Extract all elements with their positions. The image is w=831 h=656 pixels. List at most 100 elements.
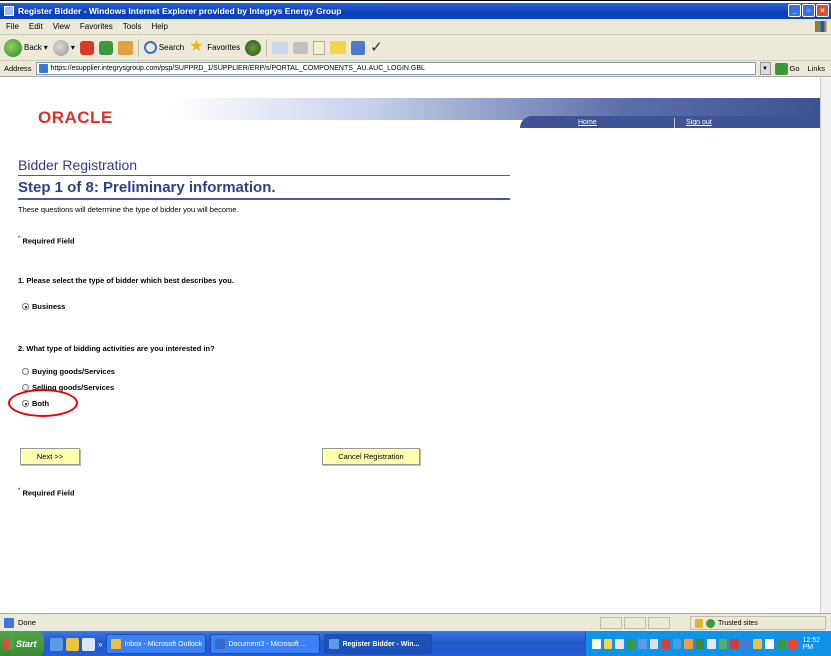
radio-selected-icon[interactable] (22, 303, 29, 310)
status-bar: Done Trusted sites (0, 613, 831, 631)
tray-icon[interactable] (707, 639, 716, 649)
go-arrow-icon (774, 62, 788, 75)
tray-icon[interactable] (788, 639, 797, 649)
word-icon (215, 639, 226, 649)
go-button[interactable]: Go (774, 62, 800, 75)
lock-icon (695, 618, 703, 628)
task-register-bidder[interactable]: Register Bidder - Win... (324, 634, 433, 654)
tray-icon[interactable] (615, 639, 624, 649)
vertical-scrollbar[interactable] (820, 78, 831, 613)
menu-bar: File Edit View Favorites Tools Help (0, 19, 831, 35)
radio-unselected-icon[interactable] (22, 368, 29, 375)
tray-icon[interactable] (741, 639, 751, 649)
address-url: https://esupplier.integrysgroup.com/psp/… (50, 65, 425, 72)
system-tray: 12:52 PM (585, 631, 831, 656)
print-icon[interactable] (293, 41, 309, 54)
task-register-bidder-label: Register Bidder - Win... (342, 640, 420, 648)
links-button[interactable]: Links (808, 64, 826, 73)
security-zone[interactable]: Trusted sites (690, 616, 826, 630)
toolbar: Back ▾ ▾ Search ★ Favorites ✓ (0, 35, 831, 61)
tray-icon[interactable] (672, 639, 682, 649)
page-content: ORACLE Home Sign out Bidder Registration… (0, 78, 820, 613)
favorites-button[interactable]: ★ Favorites (189, 38, 241, 56)
intro-text: These questions will determine the type … (18, 205, 239, 214)
ie-window: Register Bidder - Windows Internet Explo… (0, 0, 831, 656)
address-dropdown-icon[interactable]: ▼ (759, 62, 771, 75)
radio-business[interactable]: Business (22, 302, 65, 311)
tray-icon[interactable] (695, 639, 705, 649)
task-document3-label: Document3 - Microsoft ... (228, 640, 307, 648)
forward-button[interactable]: ▾ (52, 39, 75, 56)
required-note-bottom: * Required Field (18, 488, 75, 498)
search-button[interactable]: Search (143, 41, 185, 54)
mail-icon[interactable] (272, 41, 289, 54)
edit-icon[interactable] (313, 40, 326, 55)
menu-edit[interactable]: Edit (29, 22, 43, 31)
tray-icon[interactable] (661, 639, 670, 649)
menu-favorites[interactable]: Favorites (80, 22, 113, 31)
refresh-icon[interactable] (98, 40, 113, 55)
status-cells (600, 617, 670, 629)
required-note-text: Required Field (22, 236, 75, 246)
clock[interactable]: 12:52 PM (803, 637, 831, 651)
close-icon[interactable]: × (816, 4, 829, 17)
menu-help[interactable]: Help (151, 22, 167, 31)
favorites-label: Favorites (207, 43, 241, 52)
header-nav-band (520, 116, 820, 128)
messenger-icon[interactable] (351, 40, 366, 55)
tray-icon[interactable] (776, 639, 786, 649)
home-icon[interactable] (117, 40, 133, 55)
tray-icon[interactable] (718, 639, 728, 649)
outlook-icon (111, 639, 122, 649)
quicklaunch-more-icon[interactable]: » (98, 640, 102, 649)
back-arrow-icon (4, 38, 22, 57)
forward-arrow-icon (52, 39, 69, 56)
media-icon[interactable] (245, 39, 262, 56)
signout-link[interactable]: Sign out (686, 119, 712, 126)
home-link[interactable]: Home (578, 119, 597, 126)
tray-icon[interactable] (730, 639, 739, 649)
step-heading: Step 1 of 8: Preliminary information. (18, 179, 276, 196)
checkmark-icon[interactable]: ✓ (370, 40, 384, 56)
cancel-registration-button[interactable]: Cancel Registration (322, 448, 420, 465)
tray-icon[interactable] (649, 639, 659, 649)
trusted-sites-icon (706, 618, 715, 628)
minimize-icon[interactable]: _ (788, 4, 801, 17)
back-button[interactable]: Back ▾ (4, 38, 48, 57)
menu-tools[interactable]: Tools (123, 22, 142, 31)
tray-icon[interactable] (592, 639, 601, 649)
chevron-down-icon[interactable]: ▾ (71, 43, 75, 52)
address-input[interactable]: https://esupplier.integrysgroup.com/psp/… (35, 62, 756, 75)
tray-icon[interactable] (684, 639, 693, 649)
outlook-quicklaunch-icon[interactable] (66, 637, 79, 651)
tray-icon[interactable] (764, 639, 774, 649)
task-outlook[interactable]: Inbox - Microsoft Outlook (106, 634, 207, 654)
tray-icon[interactable] (753, 639, 762, 649)
desktop-quicklaunch-icon[interactable] (82, 637, 95, 651)
toolbar-separator (137, 38, 139, 57)
oracle-logo: ORACLE (38, 108, 113, 127)
menu-view[interactable]: View (53, 22, 70, 31)
quick-launch: » (50, 637, 102, 651)
status-cell (600, 617, 622, 629)
tray-icon[interactable] (626, 639, 636, 649)
question-2: 2. What type of bidding activities are y… (18, 344, 215, 353)
taskbar: Start » Inbox - Microsoft Outlook Docume… (0, 631, 831, 656)
required-note: * Required Field (18, 236, 75, 246)
maximize-icon[interactable]: ▫ (802, 4, 815, 17)
page-done-icon (4, 617, 14, 628)
next-button[interactable]: Next >> (20, 448, 80, 465)
task-document3[interactable]: Document3 - Microsoft ... (210, 634, 321, 654)
chevron-down-icon[interactable]: ▾ (44, 43, 48, 52)
tray-icon[interactable] (603, 639, 613, 649)
address-bar: Address https://esupplier.integrysgroup.… (0, 61, 831, 77)
status-cell (648, 617, 670, 629)
search-label: Search (158, 43, 185, 52)
radio-buying[interactable]: Buying goods/Services (22, 367, 115, 376)
start-button[interactable]: Start (0, 631, 44, 656)
folder-icon[interactable] (330, 41, 347, 54)
menu-file[interactable]: File (6, 22, 19, 31)
ie-quicklaunch-icon[interactable] (50, 637, 63, 651)
tray-icon[interactable] (638, 639, 647, 649)
stop-icon[interactable] (79, 40, 94, 55)
